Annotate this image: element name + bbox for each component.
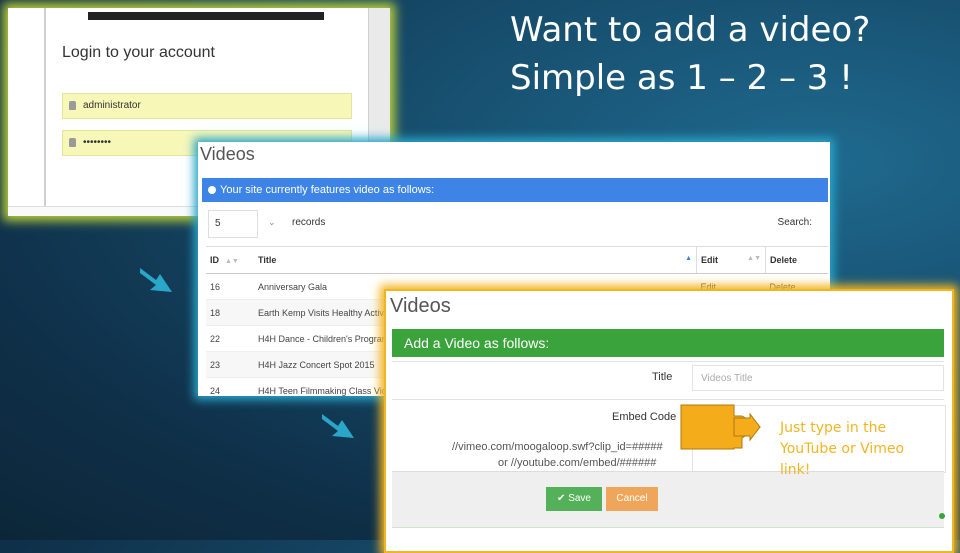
form-divider	[392, 361, 944, 362]
user-icon	[69, 101, 76, 110]
cell-id: 16	[206, 273, 254, 300]
password-value: ••••••••	[83, 137, 112, 148]
info-icon	[208, 186, 216, 194]
records-per-page-value: 5	[215, 218, 221, 229]
videos-list-banner-text: Your site currently features video as fo…	[220, 184, 435, 196]
add-video-title: Videos	[390, 295, 451, 317]
username-value: administrator	[83, 100, 141, 111]
step-arrow-1-icon	[140, 268, 172, 292]
column-id-label: ID	[210, 255, 219, 265]
login-top-bar	[88, 12, 324, 20]
column-title-label: Title	[258, 255, 277, 265]
sort-icon: ▲▼	[225, 258, 239, 265]
title-field-label: Title	[652, 371, 673, 383]
records-label: records	[292, 217, 326, 228]
cell-id: 18	[206, 299, 254, 326]
lock-icon	[69, 138, 76, 147]
embed-hint-vimeo: //vimeo.com/moogaloop.swf?clip_id=#####	[452, 441, 663, 453]
save-button[interactable]: ✔ Save	[546, 487, 602, 511]
slide-title: Want to add a video? Simple as 1 – 2 – 3…	[510, 6, 870, 102]
cancel-button[interactable]: Cancel	[606, 487, 658, 511]
chevron-down-icon[interactable]: ⌄	[268, 217, 276, 228]
check-icon: ✔	[557, 493, 569, 504]
embed-hint-youtube: or //youtube.com/embed/######	[498, 457, 657, 469]
form-bottom-border	[392, 527, 944, 528]
videos-list-title: Videos	[200, 144, 255, 164]
slide-title-line-2: Simple as 1 – 2 – 3 !	[510, 58, 853, 98]
records-per-page-select[interactable]: 5	[208, 210, 258, 238]
sort-asc-icon: ▲	[685, 255, 692, 262]
column-delete-label: Delete	[770, 255, 798, 265]
step-arrow-2-icon	[322, 414, 354, 438]
callout-text: Just type in the YouTube or Vimeo link!	[780, 420, 905, 478]
column-header-title[interactable]: Title ▲	[254, 246, 697, 274]
callout-arrow-icon	[680, 404, 761, 450]
add-video-banner: Add a Video as follows:	[392, 329, 944, 357]
column-header-edit[interactable]: Edit ▲▼	[696, 246, 766, 274]
search-label: Search:	[777, 217, 812, 228]
sort-icon: ▲▼	[747, 255, 761, 262]
login-heading: Login to your account	[62, 44, 215, 61]
videos-list-banner: Your site currently features video as fo…	[202, 178, 828, 202]
slide-title-line-1: Want to add a video?	[510, 10, 871, 50]
login-left-divider	[44, 8, 46, 216]
slide-marker-dot	[939, 513, 945, 519]
cell-id: 23	[206, 351, 254, 378]
column-edit-label: Edit	[701, 255, 718, 265]
embed-code-label: Embed Code	[612, 411, 677, 423]
cell-id: 24	[206, 377, 254, 396]
table-header-row: ID ▲▼ Title ▲ Edit ▲▼ Delete	[206, 246, 828, 274]
column-header-delete[interactable]: Delete	[765, 246, 828, 274]
list-controls: 5 ⌄ records Search:	[208, 210, 818, 238]
video-title-input[interactable]: Videos Title	[692, 365, 944, 391]
save-button-label: Save	[568, 493, 591, 504]
username-field[interactable]: administrator	[62, 93, 352, 119]
form-divider	[392, 399, 944, 400]
cell-id: 22	[206, 325, 254, 352]
column-header-id[interactable]: ID ▲▼	[206, 246, 254, 274]
